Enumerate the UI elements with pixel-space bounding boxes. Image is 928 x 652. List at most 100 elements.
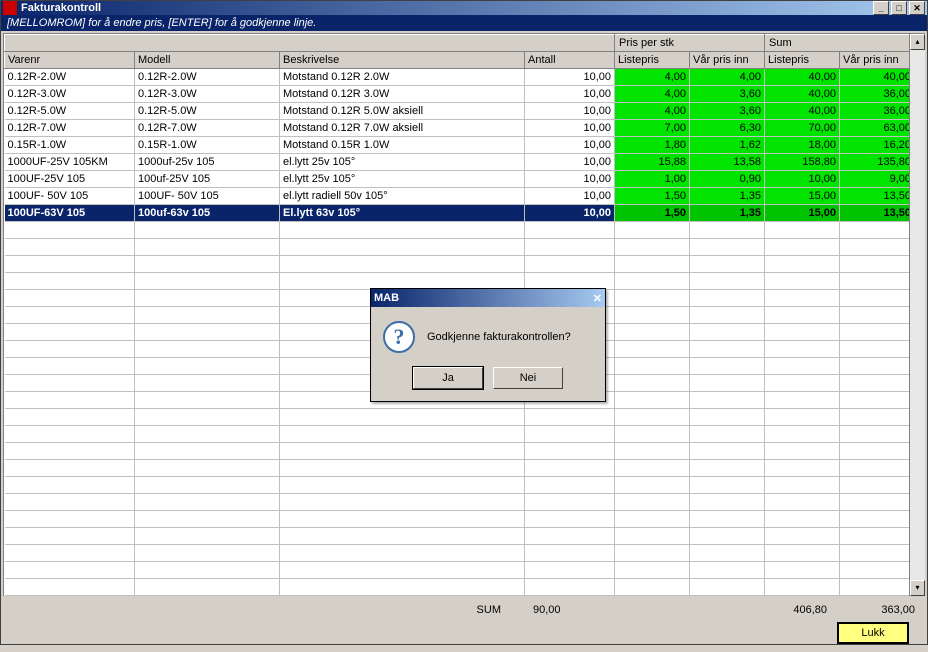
cell-besk[interactable]: el.lytt 25v 105°	[280, 154, 525, 171]
scroll-down-button[interactable]: ▾	[910, 580, 925, 596]
cell-vp1[interactable]: 3,60	[690, 86, 765, 103]
cell-lp2[interactable]: 15,00	[765, 205, 840, 222]
cell-modell[interactable]: 0.15R-1.0W	[135, 137, 280, 154]
cell-varenr[interactable]: 100UF- 50V 105	[5, 188, 135, 205]
table-row-empty[interactable]	[5, 426, 910, 443]
maximize-button[interactable]: □	[891, 1, 907, 15]
cell-besk[interactable]: Motstand 0.12R 2.0W	[280, 69, 525, 86]
table-row-empty[interactable]	[5, 494, 910, 511]
cell-besk[interactable]: el.lytt 25v 105°	[280, 171, 525, 188]
table-row-empty[interactable]	[5, 562, 910, 579]
scroll-track[interactable]	[910, 50, 925, 580]
col-varenr[interactable]: Varenr	[5, 52, 135, 69]
cell-varenr[interactable]: 100UF-63V 105	[5, 205, 135, 222]
cell-vp2[interactable]: 36,00	[840, 86, 909, 103]
cell-besk[interactable]: El.lytt 63v 105°	[280, 205, 525, 222]
cell-antall[interactable]: 10,00	[525, 154, 615, 171]
cell-besk[interactable]: Motstand 0.15R 1.0W	[280, 137, 525, 154]
minimize-button[interactable]: _	[873, 1, 889, 15]
cell-varenr[interactable]: 100UF-25V 105	[5, 171, 135, 188]
cell-vp1[interactable]: 0,90	[690, 171, 765, 188]
cell-modell[interactable]: 0.12R-5.0W	[135, 103, 280, 120]
cell-lp2[interactable]: 40,00	[765, 69, 840, 86]
cell-vp2[interactable]: 40,00	[840, 69, 909, 86]
dialog-close-button[interactable]: ✕	[593, 292, 602, 305]
cell-lp1[interactable]: 4,00	[615, 86, 690, 103]
cell-lp1[interactable]: 1,80	[615, 137, 690, 154]
table-row[interactable]: 100UF- 50V 105100UF- 50V 105el.lytt radi…	[5, 188, 910, 205]
cell-varenr[interactable]: 0.12R-5.0W	[5, 103, 135, 120]
table-row-empty[interactable]	[5, 256, 910, 273]
col-varpris-stk[interactable]: Vår pris inn	[690, 52, 765, 69]
cell-varenr[interactable]: 0.12R-2.0W	[5, 69, 135, 86]
cell-antall[interactable]: 10,00	[525, 205, 615, 222]
col-antall[interactable]: Antall	[525, 52, 615, 69]
cell-besk[interactable]: Motstand 0.12R 3.0W	[280, 86, 525, 103]
cell-lp2[interactable]: 70,00	[765, 120, 840, 137]
cell-antall[interactable]: 10,00	[525, 137, 615, 154]
cell-modell[interactable]: 0.12R-2.0W	[135, 69, 280, 86]
cell-modell[interactable]: 1000uf-25v 105	[135, 154, 280, 171]
cell-lp2[interactable]: 158,80	[765, 154, 840, 171]
cell-vp2[interactable]: 16,20	[840, 137, 909, 154]
scroll-up-button[interactable]: ▴	[910, 34, 925, 50]
cell-vp2[interactable]: 135,80	[840, 154, 909, 171]
cell-vp2[interactable]: 9,00	[840, 171, 909, 188]
cell-besk[interactable]: el.lytt radiell 50v 105°	[280, 188, 525, 205]
dialog-yes-button[interactable]: Ja	[413, 367, 483, 389]
cell-vp1[interactable]: 6,30	[690, 120, 765, 137]
cell-vp2[interactable]: 13,50	[840, 188, 909, 205]
cell-lp1[interactable]: 1,00	[615, 171, 690, 188]
cell-lp1[interactable]: 15,88	[615, 154, 690, 171]
cell-modell[interactable]: 100uf-63v 105	[135, 205, 280, 222]
col-beskrivelse[interactable]: Beskrivelse	[280, 52, 525, 69]
cell-vp1[interactable]: 1,35	[690, 205, 765, 222]
table-row-empty[interactable]	[5, 273, 910, 290]
cell-vp2[interactable]: 36,00	[840, 103, 909, 120]
table-row-empty[interactable]	[5, 460, 910, 477]
cell-lp1[interactable]: 7,00	[615, 120, 690, 137]
table-row-empty[interactable]	[5, 239, 910, 256]
cell-vp1[interactable]: 3,60	[690, 103, 765, 120]
cell-varenr[interactable]: 0.12R-3.0W	[5, 86, 135, 103]
dialog-no-button[interactable]: Nei	[493, 367, 563, 389]
cell-antall[interactable]: 10,00	[525, 171, 615, 188]
table-row-empty[interactable]	[5, 477, 910, 494]
vertical-scrollbar[interactable]: ▴ ▾	[909, 34, 925, 596]
cell-varenr[interactable]: 1000UF-25V 105KM	[5, 154, 135, 171]
cell-vp1[interactable]: 1,35	[690, 188, 765, 205]
cell-modell[interactable]: 0.12R-7.0W	[135, 120, 280, 137]
cell-vp1[interactable]: 4,00	[690, 69, 765, 86]
cell-vp1[interactable]: 13,58	[690, 154, 765, 171]
table-row-empty[interactable]	[5, 443, 910, 460]
cell-lp1[interactable]: 1,50	[615, 188, 690, 205]
cell-modell[interactable]: 100UF- 50V 105	[135, 188, 280, 205]
titlebar[interactable]: Fakturakontroll _ □ ✕	[1, 1, 927, 15]
cell-lp1[interactable]: 4,00	[615, 69, 690, 86]
cell-lp2[interactable]: 18,00	[765, 137, 840, 154]
table-row-empty[interactable]	[5, 222, 910, 239]
cell-antall[interactable]: 10,00	[525, 188, 615, 205]
table-row-empty[interactable]	[5, 511, 910, 528]
cell-antall[interactable]: 10,00	[525, 120, 615, 137]
table-row[interactable]: 100UF-63V 105100uf-63v 105El.lytt 63v 10…	[5, 205, 910, 222]
table-row[interactable]: 0.12R-2.0W0.12R-2.0WMotstand 0.12R 2.0W1…	[5, 69, 910, 86]
col-listepris-sum[interactable]: Listepris	[765, 52, 840, 69]
dialog-titlebar[interactable]: MAB ✕	[371, 289, 605, 307]
cell-antall[interactable]: 10,00	[525, 86, 615, 103]
cell-modell[interactable]: 100uf-25V 105	[135, 171, 280, 188]
table-row-empty[interactable]	[5, 579, 910, 596]
cell-lp2[interactable]: 40,00	[765, 86, 840, 103]
table-row[interactable]: 100UF-25V 105100uf-25V 105el.lytt 25v 10…	[5, 171, 910, 188]
table-row[interactable]: 0.12R-7.0W0.12R-7.0WMotstand 0.12R 7.0W …	[5, 120, 910, 137]
table-row[interactable]: 1000UF-25V 105KM1000uf-25v 105el.lytt 25…	[5, 154, 910, 171]
table-row-empty[interactable]	[5, 409, 910, 426]
table-row[interactable]: 0.12R-3.0W0.12R-3.0WMotstand 0.12R 3.0W1…	[5, 86, 910, 103]
table-row[interactable]: 0.15R-1.0W0.15R-1.0WMotstand 0.15R 1.0W1…	[5, 137, 910, 154]
table-row-empty[interactable]	[5, 528, 910, 545]
cell-vp1[interactable]: 1,62	[690, 137, 765, 154]
col-listepris-stk[interactable]: Listepris	[615, 52, 690, 69]
cell-antall[interactable]: 10,00	[525, 103, 615, 120]
cell-lp1[interactable]: 1,50	[615, 205, 690, 222]
cell-varenr[interactable]: 0.15R-1.0W	[5, 137, 135, 154]
